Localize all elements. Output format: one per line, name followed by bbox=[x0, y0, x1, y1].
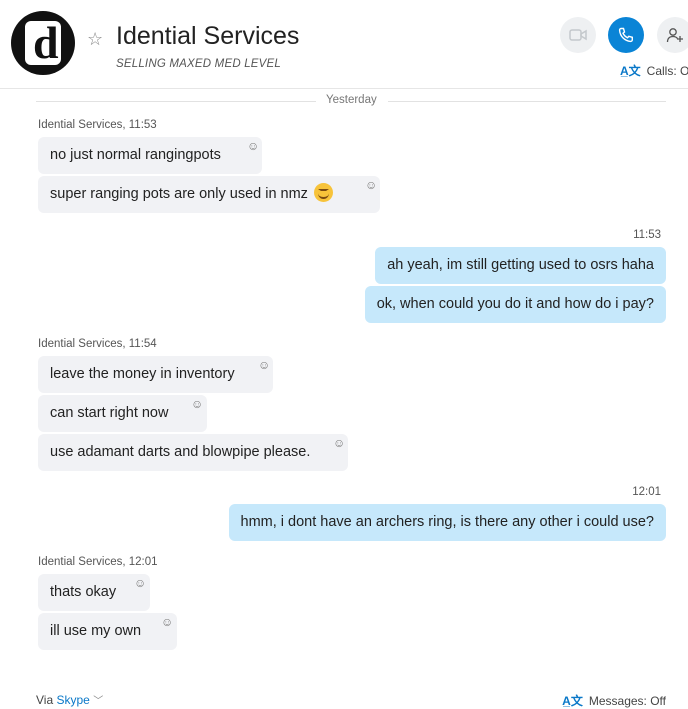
chevron-down-icon[interactable]: ﹀ bbox=[93, 696, 103, 707]
incoming-message-bubble[interactable]: can start right now bbox=[38, 395, 207, 432]
day-divider-label: Yesterday bbox=[326, 94, 377, 106]
avatar[interactable]: d bbox=[11, 11, 75, 75]
reaction-smiley-icon[interactable]: ☺ bbox=[161, 616, 173, 628]
message-text: super ranging pots are only used in nmz bbox=[50, 186, 308, 202]
message-text: ok, when could you do it and how do i pa… bbox=[376, 296, 654, 312]
divider-line-right bbox=[388, 101, 666, 102]
chat-header: d ☆ Idential Services SELLING MAXED MED … bbox=[0, 0, 688, 89]
skype-link[interactable]: Skype bbox=[56, 693, 89, 707]
message-sender-timestamp: Idential Services, 11:54 bbox=[38, 338, 157, 350]
message-timestamp: 11:53 bbox=[633, 229, 661, 241]
message-text: hmm, i dont have an archers ring, is the… bbox=[240, 514, 654, 530]
reaction-smiley-icon[interactable]: ☺ bbox=[365, 179, 377, 191]
incoming-message-bubble[interactable]: no just normal rangingpots bbox=[38, 137, 262, 174]
incoming-message-bubble[interactable]: leave the money in inventory bbox=[38, 356, 273, 393]
message-text: leave the money in inventory bbox=[50, 366, 235, 382]
outgoing-message-bubble[interactable]: ah yeah, im still getting used to osrs h… bbox=[375, 247, 666, 284]
messages-translator-toggle[interactable]: A̲文 Messages: Off bbox=[562, 692, 666, 709]
reaction-smiley-icon[interactable]: ☺ bbox=[134, 577, 146, 589]
incoming-message-bubble[interactable]: ill use my own bbox=[38, 613, 177, 650]
message-text: use adamant darts and blowpipe please. bbox=[50, 444, 311, 460]
reaction-smiley-icon[interactable]: ☺ bbox=[333, 437, 345, 449]
favorite-star-icon[interactable]: ☆ bbox=[87, 29, 103, 50]
phone-icon bbox=[618, 27, 633, 43]
contact-name[interactable]: Idential Services bbox=[116, 22, 299, 51]
contact-mood-message: SELLING MAXED MED LEVEL bbox=[116, 58, 282, 70]
message-sender-timestamp: Idential Services, 12:01 bbox=[38, 556, 158, 568]
yum-emoji-icon bbox=[313, 182, 333, 202]
reaction-smiley-icon[interactable]: ☺ bbox=[247, 140, 259, 152]
add-person-icon bbox=[666, 28, 683, 43]
video-call-button[interactable] bbox=[560, 17, 596, 53]
via-label: Via bbox=[36, 693, 54, 707]
day-divider: Yesterday bbox=[36, 94, 666, 108]
audio-call-button[interactable] bbox=[608, 17, 644, 53]
message-text: ill use my own bbox=[50, 623, 142, 639]
message-sender-timestamp: Idential Services, 11:53 bbox=[38, 119, 157, 131]
divider-line-left bbox=[36, 101, 316, 102]
incoming-message-bubble[interactable]: super ranging pots are only used in nmz bbox=[38, 176, 380, 213]
reaction-smiley-icon[interactable]: ☺ bbox=[191, 398, 203, 410]
translate-icon: A̲文 bbox=[620, 64, 641, 78]
via-skype-label: Via Skype ﹀ bbox=[36, 692, 103, 707]
outgoing-message-bubble[interactable]: ok, when could you do it and how do i pa… bbox=[364, 286, 666, 323]
outgoing-message-bubble[interactable]: hmm, i dont have an archers ring, is the… bbox=[228, 504, 666, 541]
calls-translator-toggle[interactable]: A̲文 Calls: Of bbox=[620, 62, 688, 79]
add-people-button[interactable] bbox=[657, 17, 688, 53]
message-text: thats okay bbox=[50, 584, 117, 600]
calls-toggle-label: Calls: Of bbox=[646, 64, 688, 78]
message-text: ah yeah, im still getting used to osrs h… bbox=[387, 257, 654, 273]
message-text: can start right now bbox=[50, 405, 169, 421]
message-text: no just normal rangingpots bbox=[50, 147, 221, 163]
incoming-message-bubble[interactable]: use adamant darts and blowpipe please. bbox=[38, 434, 348, 471]
video-camera-icon bbox=[569, 29, 587, 41]
avatar-logo-letter: d bbox=[33, 17, 59, 68]
message-timestamp: 12:01 bbox=[632, 486, 661, 498]
reaction-smiley-icon[interactable]: ☺ bbox=[258, 359, 270, 371]
